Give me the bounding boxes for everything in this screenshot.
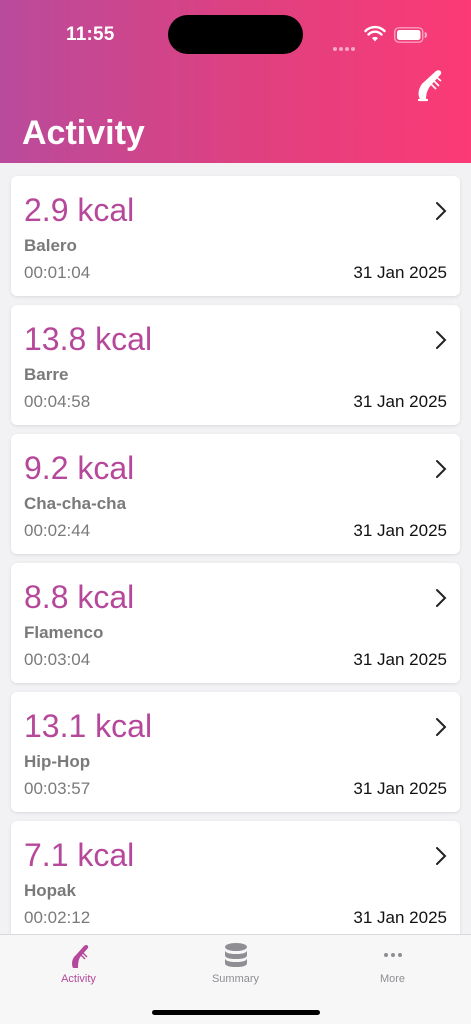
- dynamic-island: [168, 15, 303, 54]
- activity-card[interactable]: 7.1 kcal Hopak 00:02:12 31 Jan 2025: [11, 821, 460, 934]
- chevron-right-icon: [436, 718, 447, 736]
- page-title: Activity: [22, 114, 145, 152]
- chevron-right-icon: [436, 847, 447, 865]
- activity-duration: 00:03:04: [24, 650, 91, 669]
- tab-label: Activity: [61, 973, 96, 985]
- activity-duration: 00:01:04: [24, 263, 91, 282]
- activity-duration: 00:04:58: [24, 392, 91, 411]
- activity-date: 31 Jan 2025: [353, 521, 447, 540]
- activity-card[interactable]: 9.2 kcal Cha-cha-cha 00:02:44 31 Jan 202…: [11, 434, 460, 554]
- activity-kcal: 13.8 kcal: [24, 321, 153, 357]
- wifi-icon: [364, 25, 386, 42]
- chevron-right-icon: [436, 202, 447, 220]
- activity-name: Balero: [24, 236, 77, 255]
- activity-card[interactable]: 13.1 kcal Hip-Hop 00:03:57 31 Jan 2025: [11, 692, 460, 812]
- activity-date: 31 Jan 2025: [353, 263, 447, 282]
- activity-duration: 00:03:57: [24, 779, 91, 798]
- chevron-right-icon: [436, 589, 447, 607]
- activity-kcal: 2.9 kcal: [24, 192, 135, 228]
- activity-duration: 00:02:12: [24, 908, 91, 927]
- activity-kcal: 13.1 kcal: [24, 708, 153, 744]
- battery-icon: [394, 27, 427, 43]
- tab-more[interactable]: More: [314, 935, 471, 995]
- activity-kcal: 7.1 kcal: [24, 837, 135, 873]
- more-dots-icon: [384, 953, 402, 957]
- activity-name: Hopak: [24, 881, 76, 900]
- status-time: 11:55: [66, 24, 115, 45]
- activity-date: 31 Jan 2025: [353, 908, 447, 927]
- activity-list[interactable]: 2.9 kcal Balero 00:01:04 31 Jan 2025 13.…: [0, 163, 471, 934]
- activity-card[interactable]: 13.8 kcal Barre 00:04:58 31 Jan 2025: [11, 305, 460, 425]
- activity-kcal: 9.2 kcal: [24, 450, 135, 486]
- database-icon: [225, 943, 247, 967]
- header: 11:55 Activity: [0, 0, 471, 163]
- activity-duration: 00:02:44: [24, 521, 91, 540]
- activity-date: 31 Jan 2025: [353, 779, 447, 798]
- activity-name: Hip-Hop: [24, 752, 91, 771]
- tab-summary[interactable]: Summary: [157, 935, 314, 995]
- tab-label: Summary: [211, 973, 260, 985]
- dance-shoe-icon: [72, 944, 89, 968]
- activity-name: Barre: [24, 365, 69, 384]
- chevron-right-icon: [436, 331, 447, 349]
- activity-kcal: 8.8 kcal: [24, 579, 135, 615]
- chevron-right-icon: [436, 460, 447, 478]
- tab-label: More: [379, 973, 406, 985]
- activity-name: Flamenco: [24, 623, 104, 642]
- tab-activity[interactable]: Activity: [0, 935, 157, 995]
- cellular-signal-icon: [333, 38, 357, 51]
- home-indicator[interactable]: [152, 1010, 320, 1015]
- activity-card[interactable]: 8.8 kcal Flamenco 00:03:04 31 Jan 2025: [11, 563, 460, 683]
- activity-card[interactable]: 2.9 kcal Balero 00:01:04 31 Jan 2025: [11, 176, 460, 296]
- dance-shoe-icon[interactable]: [414, 66, 444, 102]
- activity-date: 31 Jan 2025: [353, 650, 447, 669]
- activity-date: 31 Jan 2025: [353, 392, 447, 411]
- activity-name: Cha-cha-cha: [24, 494, 127, 513]
